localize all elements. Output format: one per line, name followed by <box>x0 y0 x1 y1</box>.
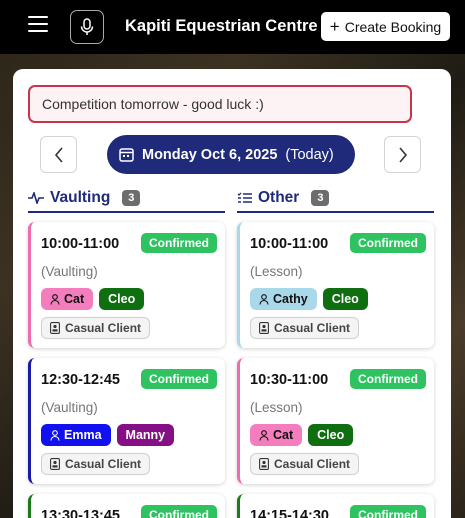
client-name: Casual Client <box>65 457 142 471</box>
rider-chip[interactable]: Emma <box>41 424 111 446</box>
client-badge: Casual Client <box>250 317 360 339</box>
person-icon <box>50 429 60 441</box>
client-name: Casual Client <box>274 457 351 471</box>
rider-name: Cat <box>64 292 85 306</box>
booking-card[interactable]: 10:00-11:00 Confirmed (Lesson) Cathy Cle… <box>237 222 434 348</box>
booking-card[interactable]: 10:30-11:00 Confirmed (Lesson) Cat Cleo … <box>237 358 434 484</box>
rider-name: Emma <box>64 428 102 442</box>
booking-type: (Lesson) <box>250 400 303 415</box>
status-badge: Confirmed <box>141 233 217 253</box>
booking-time: 10:00-11:00 <box>41 236 120 252</box>
schedule-panel: Competition tomorrow - good luck :) Mond… <box>13 69 451 518</box>
client-badge: Casual Client <box>41 317 151 339</box>
today-label: (Today) <box>285 146 334 163</box>
rider-chip[interactable]: Cat <box>41 288 94 310</box>
person-icon <box>259 429 269 441</box>
horse-name: Manny <box>125 428 166 442</box>
status-badge: Confirmed <box>350 233 426 253</box>
id-badge-icon <box>259 458 269 470</box>
booking-type: (Vaulting) <box>41 400 98 415</box>
app-title: Kapiti Equestrian Centre <box>125 17 318 35</box>
microphone-icon <box>80 18 94 35</box>
horse-chip[interactable]: Cleo <box>99 288 145 310</box>
client-badge: Casual Client <box>250 453 360 475</box>
date-selector[interactable]: Monday Oct 6, 2025 (Today) <box>107 135 355 174</box>
column-header-other: Other 3 <box>237 185 434 213</box>
booking-time: 12:30-12:45 <box>41 372 120 388</box>
app-header: Kapiti Equestrian Centre + Create Bookin… <box>0 0 465 54</box>
booking-card[interactable]: 14:15-14:30 Confirmed <box>237 494 434 518</box>
client-badge: Casual Client <box>41 453 151 475</box>
booking-time: 13:30-13:45 <box>41 508 120 518</box>
column-title: Vaulting <box>50 189 111 206</box>
calendar-icon <box>119 148 134 162</box>
status-badge: Confirmed <box>141 505 217 518</box>
rider-chip[interactable]: Cat <box>250 424 303 446</box>
rider-chip[interactable]: Cathy <box>250 288 317 310</box>
booking-time: 10:30-11:00 <box>250 372 329 388</box>
rider-name: Cat <box>273 428 294 442</box>
create-booking-button[interactable]: + Create Booking <box>321 12 450 41</box>
prev-day-button[interactable] <box>40 136 77 173</box>
rider-name: Cathy <box>273 292 308 306</box>
next-day-button[interactable] <box>384 136 421 173</box>
horse-chip[interactable]: Cleo <box>308 424 354 446</box>
activity-icon <box>28 192 44 204</box>
booking-card[interactable]: 13:30-13:45 Confirmed <box>28 494 225 518</box>
booking-type: (Lesson) <box>250 264 303 279</box>
notice-banner: Competition tomorrow - good luck :) <box>28 85 412 123</box>
horse-chip[interactable]: Manny <box>116 424 175 446</box>
chevron-left-icon <box>54 146 63 163</box>
horse-chip[interactable]: Cleo <box>322 288 368 310</box>
booking-time: 10:00-11:00 <box>250 236 329 252</box>
voice-button[interactable] <box>70 10 104 44</box>
booking-time: 14:15-14:30 <box>250 508 329 518</box>
hamburger-icon[interactable] <box>28 16 48 34</box>
chevron-right-icon <box>398 146 407 163</box>
list-icon <box>237 192 252 203</box>
column-title: Other <box>258 189 300 206</box>
count-badge: 3 <box>311 190 330 206</box>
person-icon <box>50 293 60 305</box>
client-name: Casual Client <box>274 321 351 335</box>
id-badge-icon <box>50 458 60 470</box>
create-booking-label: Create Booking <box>344 18 442 35</box>
count-badge: 3 <box>122 190 141 206</box>
plus-icon: + <box>329 17 340 36</box>
status-badge: Confirmed <box>350 369 426 389</box>
horse-name: Cleo <box>331 292 359 306</box>
client-name: Casual Client <box>65 321 142 335</box>
person-icon <box>259 293 269 305</box>
horse-name: Cleo <box>317 428 345 442</box>
id-badge-icon <box>259 322 269 334</box>
status-badge: Confirmed <box>141 369 217 389</box>
status-badge: Confirmed <box>350 505 426 518</box>
id-badge-icon <box>50 322 60 334</box>
date-label: Monday Oct 6, 2025 <box>142 146 278 163</box>
booking-card[interactable]: 10:00-11:00 Confirmed (Vaulting) Cat Cle… <box>28 222 225 348</box>
horse-name: Cleo <box>108 292 136 306</box>
column-header-vaulting: Vaulting 3 <box>28 185 225 213</box>
booking-type: (Vaulting) <box>41 264 98 279</box>
booking-card[interactable]: 12:30-12:45 Confirmed (Vaulting) Emma Ma… <box>28 358 225 484</box>
